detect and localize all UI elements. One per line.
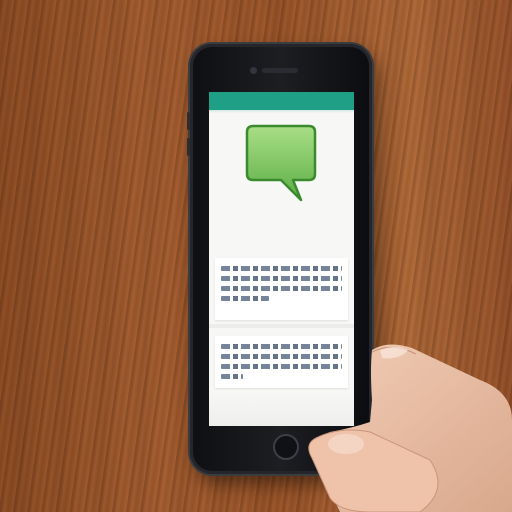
app-header: [209, 92, 354, 110]
front-camera: [250, 67, 257, 74]
text-line: [221, 276, 342, 281]
message-card[interactable]: [215, 258, 348, 320]
hand: [308, 344, 512, 512]
home-button[interactable]: [273, 434, 299, 460]
earpiece-speaker: [262, 68, 298, 73]
divider: [209, 324, 354, 328]
text-line: [221, 286, 342, 291]
text-line: [221, 374, 243, 379]
volume-button: [187, 138, 190, 156]
text-line: [221, 266, 342, 271]
photo-scene: [0, 0, 512, 512]
volume-button: [187, 112, 190, 130]
text-line: [221, 296, 269, 301]
header-shadow: [209, 110, 354, 113]
chat-bubble-icon[interactable]: [243, 122, 319, 204]
